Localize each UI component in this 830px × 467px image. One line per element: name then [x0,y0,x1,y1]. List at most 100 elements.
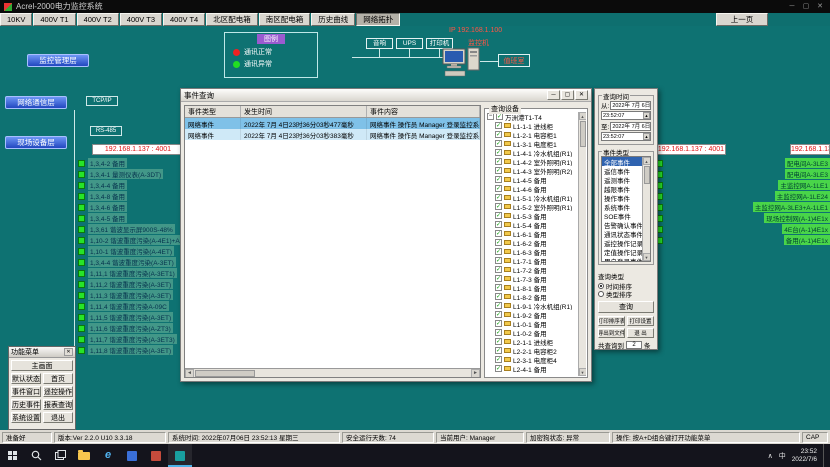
tree-item[interactable]: ✓ L1-5-2 室外照明(R1) [487,202,578,211]
tray-expand-icon[interactable]: ∧ [768,452,773,460]
checkbox-checked-icon[interactable]: ✓ [495,158,502,165]
checkbox-checked-icon[interactable]: ✓ [495,131,502,138]
checkbox-checked-icon[interactable]: ✓ [495,221,502,228]
from-date-picker[interactable]: 2022年 7月 6日 ▼ [610,101,651,110]
tree-item[interactable]: ✓ L1-3-1 电度柜1 [487,139,578,148]
tree-item[interactable]: ✓ L1-7-2 备用 [487,265,578,274]
tree-item[interactable]: ✓ L1-5-3 备用 [487,211,578,220]
tree-item[interactable]: ✓ L1-9-1 冷水机组(R1) [487,301,578,310]
checkbox-checked-icon[interactable]: ✓ [495,356,502,363]
scroll-down-icon[interactable]: ▼ [579,368,587,376]
event-type-option[interactable]: 操作事件 [602,193,642,202]
event-type-option[interactable]: 系统事件 [602,202,642,211]
checkbox-checked-icon[interactable]: ✓ [495,365,502,372]
chevron-down-icon[interactable]: ▼ [650,102,651,109]
tree-item[interactable]: ✓ L1-8-1 备用 [487,283,578,292]
from-time-input[interactable]: 23:52:07 ▲ [601,111,651,120]
checkbox-checked-icon[interactable]: ✓ [495,329,502,336]
tree-item[interactable]: ✓ L1-6-3 备用 [487,247,578,256]
scroll-right-icon[interactable]: ► [471,369,480,378]
tree-item[interactable]: ✓ L2-1-1 进线柜 [487,337,578,346]
tree-item[interactable]: ✓ L1-4-3 室外照明(R2) [487,166,578,175]
checkbox-checked-icon[interactable]: ✓ [495,230,502,237]
menu-button[interactable]: 退出 [43,412,73,423]
tree-item[interactable]: ✓ L2-2-1 电容柜2 [487,346,578,355]
scroll-down-icon[interactable]: ▼ [643,253,651,261]
start-button[interactable] [0,444,24,467]
event-type-option[interactable]: 告警确认事件 [602,220,642,229]
device-row[interactable]: 配电间A-3LE3 [656,158,830,168]
checkbox-checked-icon[interactable]: ✓ [495,149,502,156]
task-view-button[interactable] [48,444,72,467]
taskbar-clock[interactable]: 23:52 2022/7/6 [792,448,817,464]
tree-item[interactable]: ✓ L2-4-1 备用 [487,364,578,373]
spinner-icon[interactable]: ▲ [643,133,650,140]
audio-device-box[interactable]: 音响 [366,38,393,49]
tree-item[interactable]: ✓ L2-3-1 电度柜4 [487,355,578,364]
checkbox-checked-icon[interactable]: ✓ [495,122,502,129]
checkbox-checked-icon[interactable]: ✓ [495,293,502,300]
layer-button-management[interactable]: 监控管理层 [27,54,89,67]
tree-item[interactable]: ✓ L1-4-2 室外照明(R1) [487,157,578,166]
ups-device-box[interactable]: UPS [396,38,423,49]
event-type-option[interactable]: 遥信事件 [602,166,642,175]
checkbox-checked-icon[interactable]: ✓ [495,248,502,255]
event-type-option[interactable]: 定值操作记录 [602,247,642,256]
tree-item[interactable]: ✓ L1-6-2 备用 [487,238,578,247]
scrollbar-thumb[interactable] [195,370,255,377]
page-tab[interactable]: 400V T1 [33,13,75,26]
device-row[interactable]: 4E台(A-1)4E1x [656,224,830,234]
layer-button-network[interactable]: 网络通信层 [5,96,67,109]
scada-app-button[interactable] [168,444,192,467]
minimize-icon[interactable]: ─ [786,1,798,12]
monitor-computer-icon[interactable] [442,46,482,80]
tree-item[interactable]: ✓ L1-4-6 备用 [487,184,578,193]
page-tab[interactable]: 400V T3 [120,13,162,26]
tree-item[interactable]: ✓ L1-4-1 冷水机组(R1) [487,148,578,157]
page-tab[interactable]: 北区配电箱 [206,13,258,26]
checkbox-checked-icon[interactable]: ✓ [495,194,502,201]
event-type-option[interactable]: SOE事件 [602,211,642,220]
main-screen-button[interactable]: 主画面 [11,360,73,371]
event-type-option[interactable]: 遥测事件 [602,175,642,184]
print-sort-button[interactable]: 打印排序表 [598,316,625,326]
tree-item[interactable]: ✓ L1-6-1 备用 [487,229,578,238]
radio-selected-icon[interactable] [598,283,604,289]
checkbox-checked-icon[interactable]: ✓ [495,347,502,354]
page-tab[interactable]: 400V T2 [77,13,119,26]
sort-type-radio[interactable]: 类型排序 [598,290,654,298]
scroll-up-icon[interactable]: ▲ [643,157,651,165]
device-row[interactable]: 主监控网A-3LE3+A-1LE1 [656,202,830,212]
checkbox-checked-icon[interactable]: ✓ [495,338,502,345]
tree-item[interactable]: ✓ L1-7-1 备用 [487,256,578,265]
device-row[interactable]: 主监控网A-1LE24 [656,191,830,201]
column-header-content[interactable]: 事件内容 [367,106,480,117]
menu-button[interactable]: 遥控操作 [43,386,73,397]
dialog-exit-button[interactable]: 退 出 [627,328,654,338]
dialog-minimize-button[interactable]: ─ [547,90,560,100]
checkbox-checked-icon[interactable]: ✓ [495,284,502,291]
spinner-icon[interactable]: ▲ [643,112,650,119]
checkbox-checked-icon[interactable]: ✓ [495,302,502,309]
page-tab[interactable]: 10KV [0,13,32,26]
horizontal-scrollbar[interactable]: ◄ ► [185,368,480,377]
dialog-close-button[interactable]: ✕ [575,90,588,100]
event-type-option[interactable]: 用户登录事件 [602,256,642,262]
file-explorer-button[interactable] [72,444,96,467]
event-type-option[interactable]: 通讯状态事件 [602,229,642,238]
event-type-option[interactable]: 全部事件 [602,157,642,166]
menu-button[interactable]: 事件窗口 [11,386,41,397]
scrollbar-thumb[interactable] [644,166,650,184]
checkbox-checked-icon[interactable]: ✓ [495,140,502,147]
event-row[interactable]: 网络事件 2022年 7月 4日23时36分03秒477毫秒 网络事件 操作员 … [185,118,480,129]
tree-item[interactable]: ✓ L1-8-2 备用 [487,292,578,301]
print-setup-button[interactable]: 打印设置 [627,316,654,326]
export-file-button[interactable]: 导出到文件 [598,328,625,338]
page-tab[interactable]: 400V T4 [163,13,205,26]
menu-button[interactable]: 首页 [43,373,73,384]
to-date-picker[interactable]: 2022年 7月 6日 ▼ [610,122,651,131]
radio-icon[interactable] [598,291,604,297]
checkbox-checked-icon[interactable]: ✓ [495,320,502,327]
checkbox-checked-icon[interactable]: ✓ [496,113,503,120]
tree-item[interactable]: ✓ L1-1-1 进线柜 [487,121,578,130]
